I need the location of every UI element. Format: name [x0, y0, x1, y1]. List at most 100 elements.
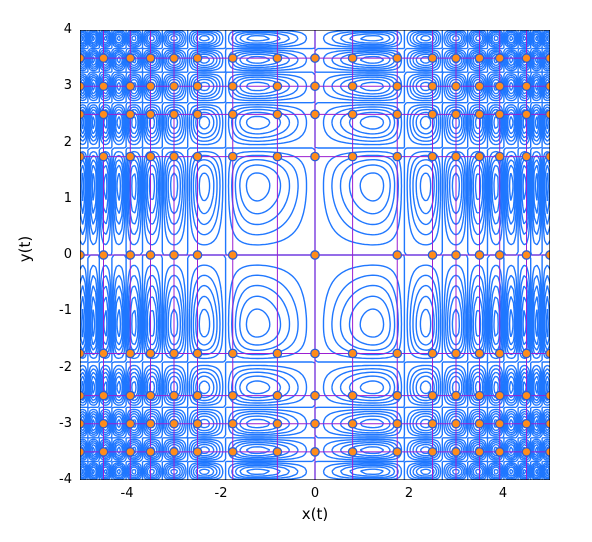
- critical-point: [126, 110, 134, 118]
- critical-point: [546, 448, 550, 456]
- critical-point: [452, 349, 460, 357]
- critical-point: [428, 391, 436, 399]
- critical-point: [452, 251, 460, 259]
- critical-point: [475, 391, 483, 399]
- critical-point: [170, 420, 178, 428]
- critical-point: [170, 251, 178, 259]
- critical-point: [475, 110, 483, 118]
- critical-point: [146, 82, 154, 90]
- critical-point: [496, 391, 504, 399]
- critical-point: [546, 349, 550, 357]
- critical-point: [452, 448, 460, 456]
- critical-point: [496, 251, 504, 259]
- critical-point: [522, 391, 530, 399]
- critical-points-group: [80, 54, 550, 456]
- critical-point: [393, 391, 401, 399]
- critical-point: [229, 448, 237, 456]
- critical-point: [475, 420, 483, 428]
- critical-point: [193, 110, 201, 118]
- critical-point: [126, 448, 134, 456]
- critical-point: [428, 54, 436, 62]
- critical-point: [496, 82, 504, 90]
- critical-point: [311, 54, 319, 62]
- critical-point: [229, 391, 237, 399]
- critical-point: [170, 54, 178, 62]
- critical-point: [452, 110, 460, 118]
- critical-point: [80, 448, 84, 456]
- critical-point: [273, 152, 281, 160]
- critical-point: [393, 54, 401, 62]
- critical-point: [80, 82, 84, 90]
- critical-point: [99, 420, 107, 428]
- critical-point: [546, 82, 550, 90]
- critical-point: [475, 82, 483, 90]
- critical-point: [393, 110, 401, 118]
- critical-point: [452, 420, 460, 428]
- critical-point: [229, 251, 237, 259]
- critical-point: [546, 391, 550, 399]
- critical-point: [311, 448, 319, 456]
- critical-point: [428, 110, 436, 118]
- critical-point: [80, 349, 84, 357]
- critical-point: [546, 54, 550, 62]
- critical-point: [193, 448, 201, 456]
- critical-point: [475, 251, 483, 259]
- y-tick-label: -4: [59, 472, 72, 487]
- critical-point: [496, 420, 504, 428]
- critical-point: [393, 448, 401, 456]
- critical-point: [496, 110, 504, 118]
- critical-point: [99, 152, 107, 160]
- critical-point: [475, 54, 483, 62]
- critical-point: [193, 152, 201, 160]
- critical-point: [99, 251, 107, 259]
- x-tick-label: 4: [493, 486, 513, 501]
- critical-point: [348, 448, 356, 456]
- critical-point: [522, 82, 530, 90]
- critical-point: [99, 54, 107, 62]
- critical-point: [126, 152, 134, 160]
- critical-point: [229, 82, 237, 90]
- critical-point: [546, 251, 550, 259]
- critical-point: [452, 152, 460, 160]
- critical-point: [428, 420, 436, 428]
- critical-point: [273, 110, 281, 118]
- critical-point: [229, 420, 237, 428]
- critical-point: [80, 251, 84, 259]
- critical-point: [348, 110, 356, 118]
- critical-point: [393, 349, 401, 357]
- y-tick-label: -3: [59, 416, 72, 431]
- y-tick-label: 4: [64, 22, 72, 37]
- critical-point: [126, 391, 134, 399]
- critical-point: [80, 54, 84, 62]
- y-tick-label: 0: [64, 247, 72, 262]
- critical-point: [522, 349, 530, 357]
- plot-area: [80, 30, 550, 480]
- critical-point: [146, 110, 154, 118]
- critical-point: [475, 152, 483, 160]
- critical-point: [428, 82, 436, 90]
- critical-point: [126, 251, 134, 259]
- critical-point: [522, 110, 530, 118]
- critical-point: [393, 82, 401, 90]
- x-axis-label: x(t): [80, 505, 550, 523]
- critical-point: [273, 448, 281, 456]
- critical-point: [126, 420, 134, 428]
- y-tick-label: -1: [59, 303, 72, 318]
- critical-point: [273, 420, 281, 428]
- x-tick-label: -4: [117, 486, 137, 501]
- critical-point: [428, 448, 436, 456]
- critical-point: [99, 82, 107, 90]
- critical-point: [193, 349, 201, 357]
- critical-point: [193, 420, 201, 428]
- critical-point: [475, 448, 483, 456]
- critical-point: [348, 420, 356, 428]
- y-tick-label: -2: [59, 360, 72, 375]
- critical-point: [546, 110, 550, 118]
- critical-point: [546, 152, 550, 160]
- critical-point: [311, 152, 319, 160]
- critical-point: [146, 54, 154, 62]
- critical-point: [273, 82, 281, 90]
- critical-point: [496, 152, 504, 160]
- critical-point: [311, 110, 319, 118]
- critical-point: [99, 391, 107, 399]
